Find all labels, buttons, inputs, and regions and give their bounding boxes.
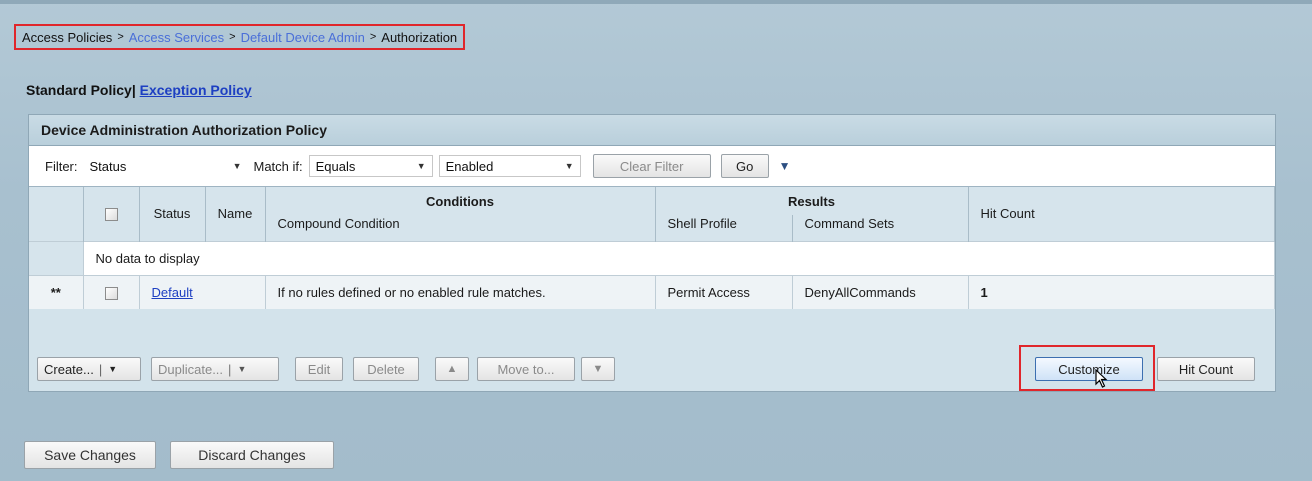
empty-message: No data to display (83, 240, 1275, 275)
policy-tabs: Standard Policy| Exception Policy (26, 82, 252, 98)
clear-filter-button[interactable]: Clear Filter (592, 154, 711, 178)
footer-actions: Save Changes Discard Changes (24, 441, 334, 469)
header-gutter (29, 187, 84, 241)
select-all-checkbox[interactable] (104, 208, 118, 222)
go-button[interactable]: Go (720, 154, 769, 178)
edit-button[interactable]: Edit (295, 357, 343, 381)
create-button[interactable]: Create... | ▼ (37, 357, 141, 381)
filter-field-value: Status (89, 158, 127, 174)
value-select[interactable]: Enabled ▼ (438, 155, 581, 177)
dropdown-arrow-icon: ▼ (237, 364, 247, 374)
row-gutter (29, 240, 84, 275)
tab-standard-policy[interactable]: Standard Policy (26, 82, 132, 98)
row-select-cell (83, 274, 140, 309)
move-to-button[interactable]: Move to... (477, 357, 575, 381)
value-value: Enabled (445, 158, 494, 174)
row-condition: If no rules defined or no enabled rule m… (265, 274, 656, 309)
filter-bar: Filter: Status ▼ Match if: Equals ▼ Enab… (29, 146, 1275, 187)
row-shell-profile: Permit Access (655, 274, 793, 309)
dropdown-arrow-icon: ▼ (564, 161, 574, 171)
move-down-icon[interactable]: ▼ (581, 357, 615, 381)
match-select[interactable]: Equals ▼ (308, 155, 433, 177)
breadcrumb-access-services[interactable]: Access Services (129, 30, 224, 45)
split-divider: | (228, 361, 232, 377)
move-up-icon[interactable]: ▲ (435, 357, 469, 381)
dropdown-arrow-icon: ▼ (416, 161, 426, 171)
tab-divider: | (131, 82, 136, 98)
save-changes-button[interactable]: Save Changes (24, 441, 156, 469)
col-hit-count[interactable]: Hit Count (968, 187, 1275, 241)
discard-changes-button[interactable]: Discard Changes (170, 441, 334, 469)
col-group-conditions: Conditions (265, 187, 656, 215)
table-row-default[interactable]: ** Default If no rules defined or no ena… (29, 274, 1275, 309)
row-checkbox[interactable] (104, 286, 118, 300)
dropdown-arrow-icon: ▼ (232, 161, 242, 171)
policy-table: Status Name Conditions Results Hit Count… (29, 187, 1275, 309)
col-compound-condition[interactable]: Compound Condition (265, 215, 656, 241)
top-stripe (0, 0, 1312, 4)
col-group-results: Results (655, 187, 969, 215)
default-rule-link[interactable]: Default (152, 285, 193, 300)
breadcrumb-default-device-admin[interactable]: Default Device Admin (241, 30, 365, 45)
col-status[interactable]: Status (139, 187, 206, 241)
dropdown-arrow-icon: ▼ (108, 364, 118, 374)
triangle-down-icon[interactable]: ▼ (779, 159, 791, 173)
col-name[interactable]: Name (205, 187, 266, 241)
create-label: Create... (44, 361, 94, 377)
row-marker: ** (29, 274, 84, 309)
hit-count-button[interactable]: Hit Count (1157, 357, 1255, 381)
breadcrumb-authorization: Authorization (381, 29, 458, 45)
filter-field-select[interactable]: Status ▼ (83, 155, 248, 177)
col-command-sets[interactable]: Command Sets (792, 215, 969, 241)
header-select-all (83, 187, 140, 241)
table-row-empty: No data to display (29, 240, 1275, 275)
panel-title: Device Administration Authorization Poli… (29, 115, 1275, 146)
row-command-sets: DenyAllCommands (792, 274, 969, 309)
duplicate-button[interactable]: Duplicate... | ▼ (151, 357, 279, 381)
breadcrumb-separator: > (369, 31, 377, 43)
delete-button[interactable]: Delete (353, 357, 419, 381)
breadcrumb: Access Policies > Access Services > Defa… (14, 24, 466, 50)
breadcrumb-separator: > (229, 31, 236, 43)
filter-label: Filter: (45, 158, 78, 174)
row-hit-count: 1 (968, 274, 1275, 309)
duplicate-label: Duplicate... (158, 361, 224, 377)
match-value: Equals (315, 158, 356, 174)
mouse-cursor-icon (1095, 369, 1108, 388)
breadcrumb-separator: > (117, 31, 124, 43)
customize-highlight (1019, 345, 1155, 391)
split-divider: | (98, 361, 103, 377)
breadcrumb-access-policies[interactable]: Access Policies (22, 30, 112, 45)
authorization-policy-panel: Device Administration Authorization Poli… (28, 114, 1276, 392)
row-name-cell: Default (139, 274, 266, 309)
col-shell-profile[interactable]: Shell Profile (655, 215, 793, 241)
tab-exception-policy[interactable]: Exception Policy (140, 82, 252, 98)
match-label: Match if: (253, 158, 303, 174)
